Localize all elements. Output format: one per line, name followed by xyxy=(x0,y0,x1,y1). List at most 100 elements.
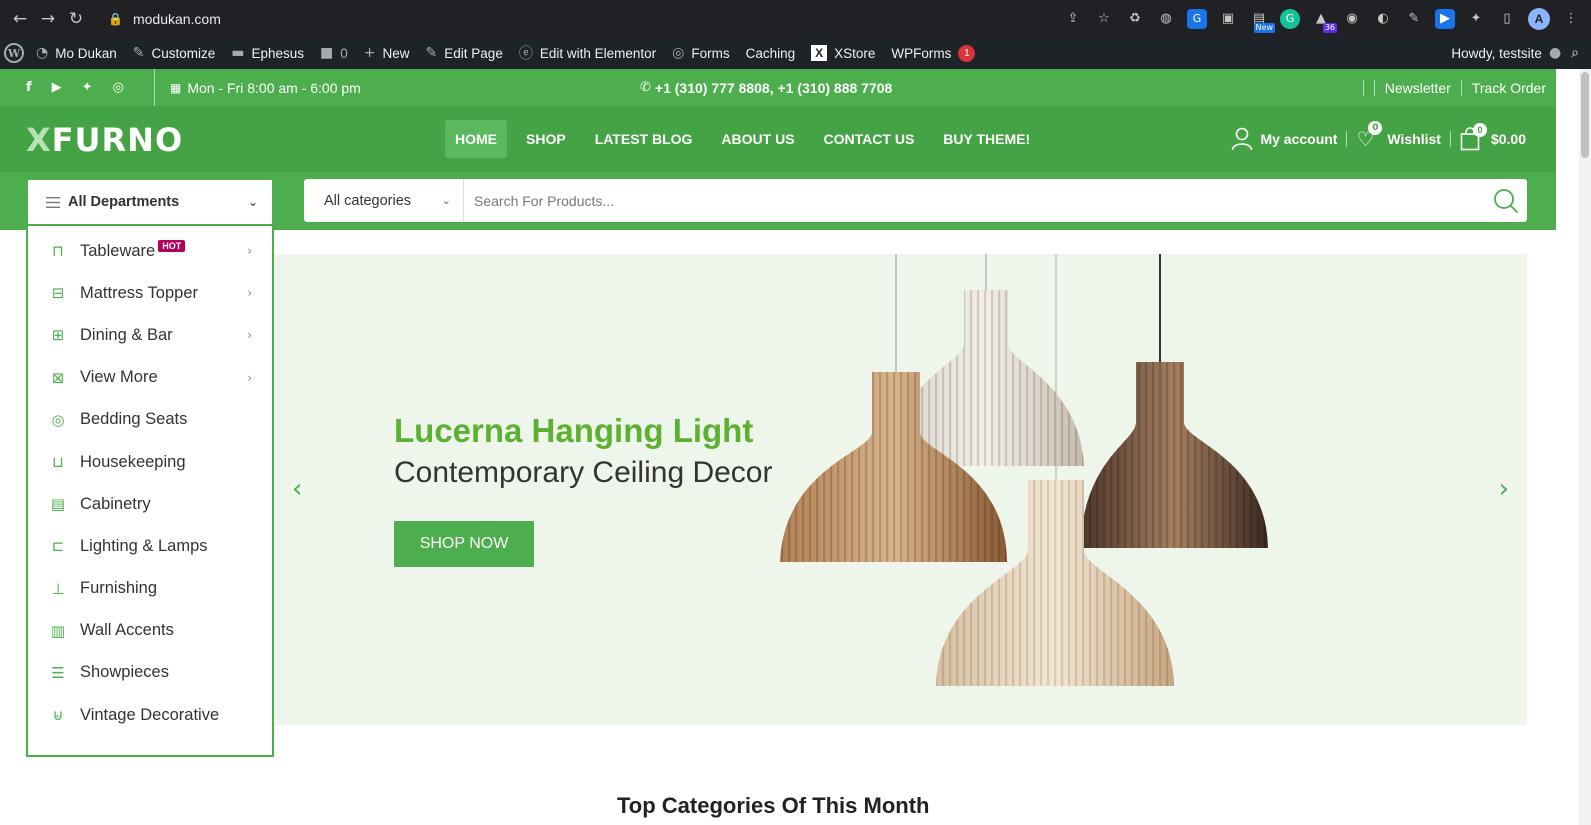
category-select[interactable]: All categories ⌄ xyxy=(304,179,464,222)
nav-contact-us[interactable]: CONTACT US xyxy=(814,120,925,158)
video-icon[interactable]: ▶ xyxy=(1435,8,1455,29)
wp-wpforms-link[interactable]: WPForms 1 xyxy=(883,37,983,69)
chevron-right-icon[interactable]: › xyxy=(1499,474,1509,504)
new-extension-icon[interactable]: ▤ New xyxy=(1249,9,1275,33)
department-item[interactable]: ⊔ Housekeeping xyxy=(28,441,272,483)
recycle-icon[interactable]: ♻ xyxy=(1125,9,1145,29)
divider xyxy=(1373,79,1375,96)
department-item[interactable]: ▤ Cabinetry xyxy=(28,483,272,525)
folder-icon: ▬ xyxy=(231,45,245,61)
chevron-left-icon[interactable]: ‹ xyxy=(292,474,302,504)
wp-theme-link[interactable]: ▬ Ephesus xyxy=(223,37,312,69)
wpforms-badge: 1 xyxy=(958,44,976,62)
departments-toggle[interactable]: All Departments ⌄ xyxy=(28,180,272,226)
department-item[interactable]: ⊓ Tableware HOT › xyxy=(28,230,272,272)
share-icon[interactable]: ⇪ xyxy=(1063,9,1083,29)
page-scrollbar[interactable] xyxy=(1579,69,1591,825)
sofa-icon: ⊞ xyxy=(51,326,65,345)
department-item-label: Dining & Bar xyxy=(80,325,173,344)
wp-elementor-link[interactable]: ⓔ Edit with Elementor xyxy=(511,37,664,69)
wp-account-link[interactable]: Howdy, testsite ● xyxy=(1451,37,1561,69)
wp-edit-page-link[interactable]: ✎ Edit Page xyxy=(418,37,511,69)
eye-extension-icon[interactable]: ◉ xyxy=(1342,9,1362,29)
chevron-right-icon: › xyxy=(247,286,252,301)
shelf-icon: ☰ xyxy=(51,663,65,682)
wp-new-link[interactable]: + New xyxy=(356,37,418,69)
menu-dots-icon[interactable]: ⋮ xyxy=(1561,9,1581,29)
wp-admin-bar: W ◔ Mo Dukan ✎ Customize ▬ Ephesus ■ 0 + New … xyxy=(0,37,1591,69)
nav-shop[interactable]: SHOP xyxy=(516,120,576,158)
wardrobe-icon: ▥ xyxy=(50,621,66,640)
departments-list: ⊓ Tableware HOT › ⊟ Mattress Topper › ⊞ Dining &… xyxy=(28,226,272,736)
shop-now-button[interactable]: SHOP NOW xyxy=(394,521,534,567)
lamp-icon: ⊏ xyxy=(51,537,65,556)
wp-comments-link[interactable]: ■ 0 xyxy=(312,37,356,69)
chevron-right-icon: › xyxy=(247,328,252,343)
chevron-down-icon: ⌄ xyxy=(441,194,451,207)
track-order-link[interactable]: Track Order xyxy=(1472,80,1546,96)
wp-xstore-link[interactable]: X XStore xyxy=(803,37,883,69)
facebook-icon[interactable]: f xyxy=(26,80,32,95)
my-account-label: My account xyxy=(1260,131,1338,147)
twitter-icon[interactable]: ✦ xyxy=(82,80,93,95)
department-item[interactable]: ☰ Showpieces xyxy=(28,652,272,694)
half-circle-icon[interactable]: ◐ xyxy=(1373,9,1393,29)
cart-link[interactable]: 0 $0.00 xyxy=(1460,123,1526,151)
wp-caching-link[interactable]: Caching xyxy=(738,37,804,69)
my-account-link[interactable]: My account xyxy=(1231,127,1337,151)
wp-site-link[interactable]: ◔ Mo Dukan xyxy=(28,37,125,69)
search-input[interactable] xyxy=(464,180,1485,221)
department-item-label: Furnishing xyxy=(80,579,158,598)
side-panel-icon[interactable]: ▯ xyxy=(1497,9,1517,29)
nav-buy-theme[interactable]: BUY THEME! xyxy=(933,120,1040,158)
camera-icon[interactable]: ▣ xyxy=(1218,9,1238,29)
url-text: modukan.com xyxy=(132,10,221,27)
top-info-bar: f ▶ ✦ ◎ ▦ Mon - Fri 8:00 am - 6:00 pm ✆ … xyxy=(0,69,1556,106)
wishlist-link[interactable]: ♡ 0 Wishlist xyxy=(1356,121,1441,151)
wp-customize-link[interactable]: ✎ Customize xyxy=(125,37,224,69)
divider xyxy=(1460,79,1462,96)
translate-icon[interactable]: G xyxy=(1187,8,1207,29)
bookmark-star-icon[interactable]: ☆ xyxy=(1094,9,1114,29)
instagram-icon[interactable]: ◎ xyxy=(113,80,124,95)
wp-forms-link[interactable]: ◎ Forms xyxy=(664,37,737,69)
department-item[interactable]: ⊥ Furnishing xyxy=(28,568,272,610)
nav-about-us[interactable]: ABOUT US xyxy=(711,120,804,158)
site-logo[interactable]: XFURNO xyxy=(26,121,183,159)
search-icon xyxy=(1494,188,1519,213)
department-item[interactable]: ⊌ Vintage Decorative xyxy=(28,694,272,736)
department-item[interactable]: ⊟ Mattress Topper › xyxy=(28,272,272,314)
newsletter-link[interactable]: Newsletter xyxy=(1385,80,1451,96)
grammarly-icon[interactable]: G xyxy=(1280,8,1300,29)
nav-latest-blog[interactable]: LATEST BLOG xyxy=(585,120,703,158)
wordpress-logo-icon[interactable]: W xyxy=(4,43,24,63)
cabinet-icon: ▤ xyxy=(50,495,66,514)
nav-home[interactable]: HOME xyxy=(445,120,507,158)
wp-caching-label: Caching xyxy=(745,45,796,61)
department-item[interactable]: ⊞ Dining & Bar › xyxy=(28,314,272,356)
search-icon[interactable]: ⌕ xyxy=(1571,45,1579,61)
header-actions: My account ♡ 0 Wishlist 0 $0.00 xyxy=(1231,106,1526,172)
scrollbar-thumb[interactable] xyxy=(1581,72,1589,158)
youtube-icon[interactable]: ▶ xyxy=(52,80,62,95)
desk-icon: ⊥ xyxy=(51,579,65,598)
department-item[interactable]: ◎ Bedding Seats xyxy=(28,399,272,441)
department-item[interactable]: ▥ Wall Accents xyxy=(28,610,272,652)
department-item[interactable]: ⊠ View More › xyxy=(28,357,272,399)
hat-extension-icon[interactable]: ▲ 36 xyxy=(1311,9,1337,33)
back-arrow-icon[interactable]: ← xyxy=(6,5,34,33)
globe-icon[interactable]: ◍ xyxy=(1156,9,1176,29)
forward-arrow-icon[interactable]: → xyxy=(34,5,62,33)
wp-edit-page-label: Edit Page xyxy=(444,45,503,61)
address-bar[interactable]: 🔒 modukan.com xyxy=(108,11,221,27)
department-item[interactable]: ⊏ Lighting & Lamps xyxy=(28,525,272,567)
puzzle-icon[interactable]: ✦ xyxy=(1466,9,1486,29)
departments-menu: All Departments ⌄ ⊓ Tableware HOT › ⊟ Mattres… xyxy=(26,178,274,757)
reload-icon[interactable]: ↻ xyxy=(62,5,90,33)
extension-icons: ⇪ ☆ ♻ ◍ G ▣ ▤ New G ▲ 36 ◉ ◐ ✎ ▶ ✦ ▯ A ⋮ xyxy=(1063,0,1581,37)
search-button[interactable] xyxy=(1485,179,1527,222)
profile-avatar[interactable]: A xyxy=(1528,7,1550,30)
logo-text: FURNO xyxy=(51,121,184,159)
furniture-icon: ⊠ xyxy=(51,368,65,387)
pen-icon[interactable]: ✎ xyxy=(1404,9,1424,29)
